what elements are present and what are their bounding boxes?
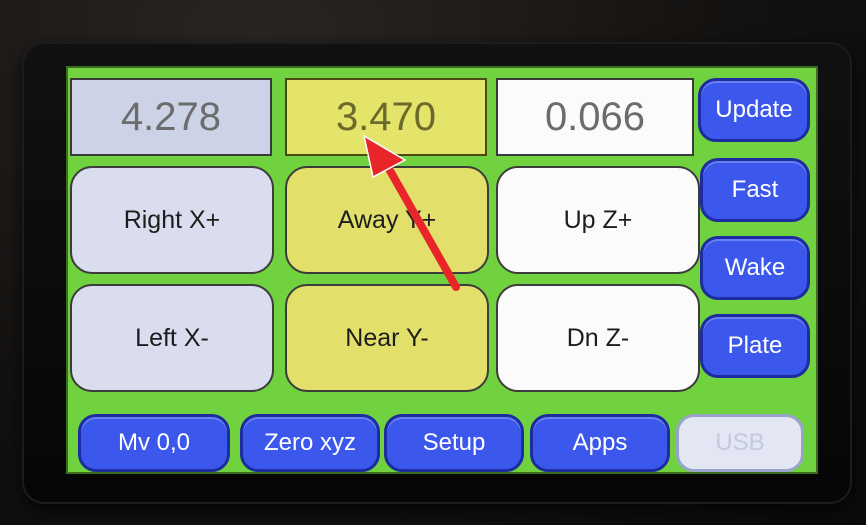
dn-z-minus-button[interactable]: Dn Z- (496, 284, 700, 392)
mv-0-0-button[interactable]: Mv 0,0 (78, 414, 230, 472)
apps-button[interactable]: Apps (530, 414, 670, 472)
x-position-readout: 4.278 (70, 78, 272, 156)
near-y-minus-button[interactable]: Near Y- (285, 284, 489, 392)
zero-xyz-button[interactable]: Zero xyz (240, 414, 380, 472)
left-x-minus-button[interactable]: Left X- (70, 284, 274, 392)
plate-button[interactable]: Plate (700, 314, 810, 378)
right-x-plus-button[interactable]: Right X+ (70, 166, 274, 274)
setup-button[interactable]: Setup (384, 414, 524, 472)
y-position-readout: 3.470 (285, 78, 487, 156)
wake-button[interactable]: Wake (700, 236, 810, 300)
z-position-readout: 0.066 (496, 78, 694, 156)
update-button[interactable]: Update (698, 78, 810, 142)
usb-button[interactable]: USB (676, 414, 804, 472)
fast-button[interactable]: Fast (700, 158, 810, 222)
up-z-plus-button[interactable]: Up Z+ (496, 166, 700, 274)
away-y-plus-button[interactable]: Away Y+ (285, 166, 489, 274)
